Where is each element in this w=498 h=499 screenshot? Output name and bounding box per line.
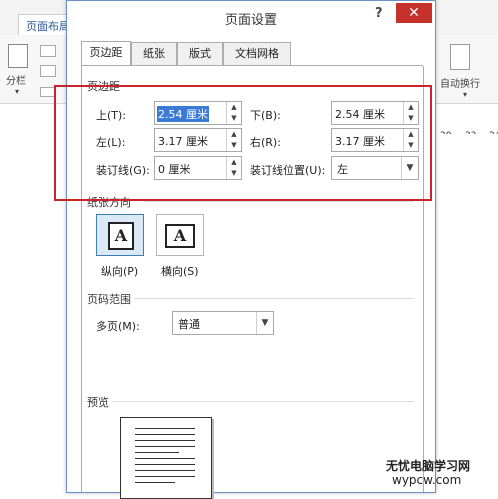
close-button[interactable]: ✕ bbox=[396, 3, 432, 23]
multiple-pages-label: 多页(M): bbox=[96, 320, 140, 333]
tab-layout[interactable]: 版式 bbox=[177, 42, 223, 65]
wrap-text-icon[interactable] bbox=[450, 44, 470, 70]
multiple-pages-select[interactable]: 普通 ▼ bbox=[172, 311, 274, 335]
preview-text-line bbox=[135, 464, 195, 465]
tab-paper[interactable]: 纸张 bbox=[131, 42, 177, 65]
section-divider bbox=[112, 401, 414, 402]
tab-document-grid[interactable]: 文档网格 bbox=[223, 42, 291, 65]
pages-section-title: 页码范围 bbox=[87, 293, 131, 306]
tab-page-layout-label: 页面布局 bbox=[26, 20, 70, 33]
annotation-highlight-box bbox=[54, 85, 432, 201]
breaks-icon[interactable] bbox=[40, 45, 56, 57]
preview-text-line bbox=[135, 428, 195, 429]
tab-margins[interactable]: 页边距 bbox=[81, 41, 131, 66]
preview-text-line bbox=[135, 470, 195, 471]
preview-section-title: 预览 bbox=[87, 396, 109, 409]
preview-text-line bbox=[135, 434, 195, 435]
help-button[interactable]: ? bbox=[375, 6, 383, 21]
portrait-label[interactable]: 纵向(P) bbox=[101, 263, 138, 279]
page-setup-dialog: 页面设置 ? ✕ 页边距 纸张 版式 文档网格 页边距 上(T): 2.54 厘… bbox=[66, 0, 436, 499]
preview-text-line bbox=[135, 446, 195, 447]
section-divider bbox=[144, 201, 414, 202]
preview-text-line bbox=[135, 482, 175, 483]
portrait-page-icon: A bbox=[108, 222, 134, 250]
preview-text-line bbox=[135, 452, 179, 453]
preview-text-line bbox=[135, 440, 195, 441]
portrait-button[interactable]: A bbox=[96, 214, 144, 256]
multiple-pages-value[interactable]: 普通 bbox=[178, 316, 200, 332]
section-divider bbox=[134, 298, 414, 299]
columns-button-label[interactable]: 分栏 bbox=[6, 72, 26, 87]
page-preview bbox=[120, 417, 212, 499]
landscape-page-icon: A bbox=[165, 224, 195, 248]
landscape-button[interactable]: A bbox=[156, 214, 204, 256]
wrap-dropdown-icon[interactable]: ▾ bbox=[463, 90, 467, 99]
wrap-text-label[interactable]: 自动换行 bbox=[440, 75, 480, 90]
preview-text-line bbox=[135, 476, 195, 477]
chevron-down-icon[interactable]: ▼ bbox=[256, 312, 273, 334]
watermark-url: wypcw.com bbox=[392, 473, 462, 487]
watermark-text: 无忧电脑学习网 bbox=[386, 459, 471, 473]
columns-dropdown-icon[interactable]: ▾ bbox=[15, 87, 19, 96]
preview-text-line bbox=[135, 458, 195, 459]
dialog-titlebar[interactable]: 页面设置 ? ✕ bbox=[67, 1, 435, 33]
landscape-label[interactable]: 横向(S) bbox=[161, 263, 199, 279]
columns-icon[interactable] bbox=[8, 44, 28, 68]
line-numbers-icon[interactable] bbox=[40, 65, 56, 77]
